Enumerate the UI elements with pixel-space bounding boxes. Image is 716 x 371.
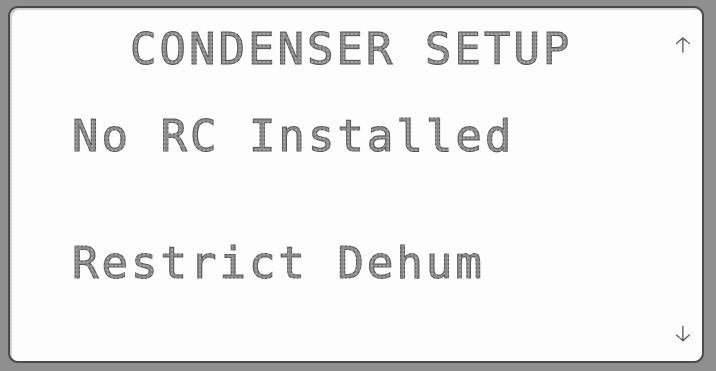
scroll-up-arrow-icon: 🡡	[675, 33, 691, 58]
lcd-screen: CONDENSER SETUP 🡡 No RC Installed Restri…	[8, 6, 704, 363]
display-bezel: CONDENSER SETUP 🡡 No RC Installed Restri…	[0, 0, 716, 371]
screen-title: CONDENSER SETUP	[129, 24, 573, 75]
scroll-down-arrow-icon: 🡣	[675, 322, 691, 347]
menu-item-no-rc-installed[interactable]: No RC Installed	[71, 111, 514, 163]
menu-item-restrict-dehum[interactable]: Restrict Dehum	[72, 238, 485, 290]
